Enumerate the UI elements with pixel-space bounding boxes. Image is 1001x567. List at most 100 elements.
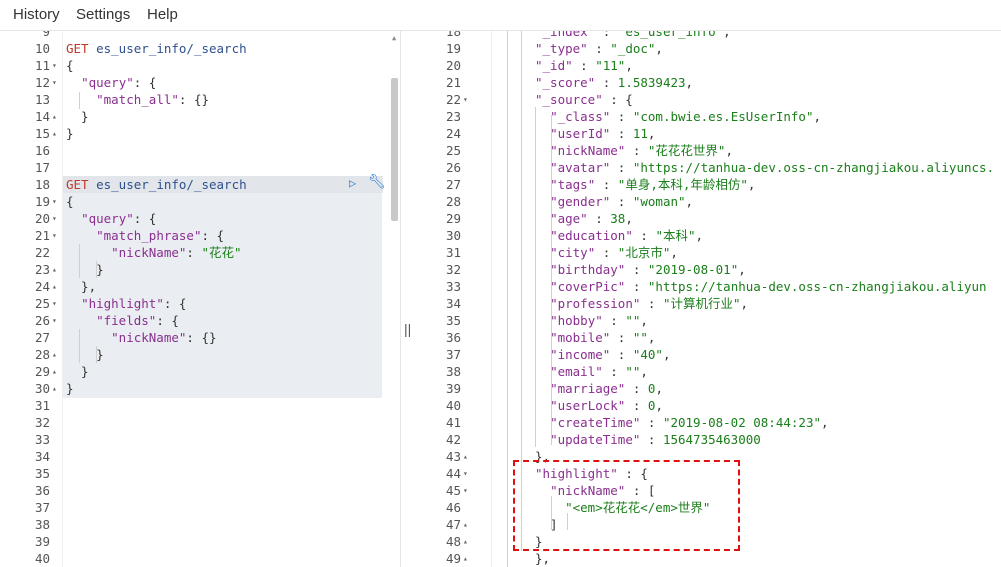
fold-open-icon[interactable]: ▾ — [463, 465, 468, 482]
code-line[interactable]: 38 — [0, 516, 400, 533]
wrench-icon[interactable]: 🔧︎ — [368, 174, 386, 190]
fold-open-icon[interactable]: ▾ — [52, 74, 57, 91]
code-line[interactable]: 26 ▾ "fields": { — [0, 312, 400, 329]
fold-open-icon[interactable]: ▾ — [52, 57, 57, 74]
code-line[interactable]: 32 — [0, 414, 400, 431]
line-number: 34 — [445, 296, 461, 311]
code-text: "highlight": { — [81, 296, 187, 311]
code-line[interactable]: 19 "_type" : "_doc", — [415, 40, 1001, 57]
line-number: 46 — [445, 500, 461, 515]
fold-close-icon[interactable]: ▴ — [52, 108, 57, 125]
menu-settings[interactable]: Settings — [76, 6, 130, 23]
code-line[interactable]: 18 GET es_user_info/_search — [0, 176, 400, 193]
fold-open-icon[interactable]: ▾ — [52, 193, 57, 210]
code-line[interactable]: 31 "city" : "北京市", — [415, 244, 1001, 261]
fold-open-icon[interactable]: ▾ — [52, 210, 57, 227]
code-line[interactable]: 38 "email" : "", — [415, 363, 1001, 380]
code-line[interactable]: 9 — [0, 31, 400, 40]
code-line[interactable]: 37 — [0, 499, 400, 516]
code-line[interactable]: 32 "birthday" : "2019-08-01", — [415, 261, 1001, 278]
code-line[interactable]: 19 ▾ { — [0, 193, 400, 210]
menu-history[interactable]: History — [13, 6, 60, 23]
code-line[interactable]: 23 "_class" : "com.bwie.es.EsUserInfo", — [415, 108, 1001, 125]
code-line[interactable]: 16 — [0, 142, 400, 159]
code-line[interactable]: 41 "createTime" : "2019-08-02 08:44:23", — [415, 414, 1001, 431]
request-scrollbar-thumb[interactable] — [391, 78, 398, 221]
code-text: "mobile" : "", — [550, 330, 656, 345]
code-line[interactable]: 36 — [0, 482, 400, 499]
code-line[interactable]: 18 "_index" : "es_user_info", — [415, 31, 1001, 40]
code-line[interactable]: 11 ▾ { — [0, 57, 400, 74]
code-line[interactable]: 25 "nickName" : "花花花世界", — [415, 142, 1001, 159]
fold-open-icon[interactable]: ▾ — [52, 295, 57, 312]
code-line[interactable]: 24 "userId" : 11, — [415, 125, 1001, 142]
code-line[interactable]: 20 ▾ "query": { — [0, 210, 400, 227]
code-line[interactable]: 29 "age" : 38, — [415, 210, 1001, 227]
code-line[interactable]: 30 ▴} — [0, 380, 400, 397]
splitter-handle-icon[interactable]: || — [404, 321, 411, 337]
code-line[interactable]: 37 "income" : "40", — [415, 346, 1001, 363]
fold-close-icon[interactable]: ▴ — [463, 516, 468, 533]
code-line[interactable]: 27 "tags" : "单身,本科,年龄相仿", — [415, 176, 1001, 193]
code-line[interactable]: 29 ▴ } — [0, 363, 400, 380]
play-icon[interactable]: ▷ — [349, 176, 356, 190]
line-number: 20 — [34, 211, 50, 226]
code-line[interactable]: 49 ▴}, — [415, 550, 1001, 567]
code-line[interactable]: 13 "match_all": {} — [0, 91, 400, 108]
code-line[interactable]: 28 "gender" : "woman", — [415, 193, 1001, 210]
code-text: "profession" : "计算机行业", — [550, 296, 749, 311]
code-line[interactable]: 30 "education" : "本科", — [415, 227, 1001, 244]
fold-close-icon[interactable]: ▴ — [463, 550, 468, 567]
fold-close-icon[interactable]: ▴ — [52, 380, 57, 397]
fold-close-icon[interactable]: ▴ — [52, 278, 57, 295]
code-line[interactable]: 22 "nickName": "花花" — [0, 244, 400, 261]
code-line[interactable]: 40 "userLock" : 0, — [415, 397, 1001, 414]
fold-open-icon[interactable]: ▾ — [463, 91, 468, 108]
fold-open-icon[interactable]: ▾ — [52, 312, 57, 329]
fold-open-icon[interactable]: ▾ — [52, 227, 57, 244]
pane-splitter[interactable]: || — [400, 31, 416, 567]
code-text: "userLock" : 0, — [550, 398, 663, 413]
code-line[interactable]: 34 "profession" : "计算机行业", — [415, 295, 1001, 312]
fold-open-icon[interactable]: ▾ — [463, 482, 468, 499]
fold-close-icon[interactable]: ▴ — [52, 125, 57, 142]
code-line[interactable]: 28 ▴ } — [0, 346, 400, 363]
code-line[interactable]: 20 "_id" : "11", — [415, 57, 1001, 74]
code-line[interactable]: 33 "coverPic" : "https://tanhua-dev.oss-… — [415, 278, 1001, 295]
code-line[interactable]: 36 "mobile" : "", — [415, 329, 1001, 346]
line-number: 42 — [445, 432, 461, 447]
code-line[interactable]: 31 — [0, 397, 400, 414]
code-line[interactable]: 10 GET es_user_info/_search — [0, 40, 400, 57]
code-line[interactable]: 39 — [0, 533, 400, 550]
code-line[interactable]: 27 "nickName": {} — [0, 329, 400, 346]
code-line[interactable]: 12 ▾ "query": { — [0, 74, 400, 91]
fold-close-icon[interactable]: ▴ — [52, 346, 57, 363]
code-line[interactable]: 34 — [0, 448, 400, 465]
code-line[interactable]: 23 ▴ } — [0, 261, 400, 278]
scroll-up-arrow-icon[interactable]: ▲ — [392, 34, 396, 42]
code-text: "match_phrase": { — [96, 228, 225, 243]
fold-close-icon[interactable]: ▴ — [52, 363, 57, 380]
code-line[interactable]: 26 "avatar" : "https://tanhua-dev.oss-cn… — [415, 159, 1001, 176]
request-editor[interactable]: 9 10 GET es_user_info/_search 11 ▾{12 ▾ "quer… — [0, 31, 400, 567]
fold-close-icon[interactable]: ▴ — [463, 533, 468, 550]
code-line[interactable]: 21 ▾ "match_phrase": { — [0, 227, 400, 244]
code-line[interactable]: 42 "updateTime" : 1564735463000 — [415, 431, 1001, 448]
fold-close-icon[interactable]: ▴ — [52, 261, 57, 278]
line-number: 28 — [445, 194, 461, 209]
code-line[interactable]: 35 — [0, 465, 400, 482]
fold-close-icon[interactable]: ▴ — [463, 448, 468, 465]
code-line[interactable]: 24 ▴ }, — [0, 278, 400, 295]
code-line[interactable]: 22 ▾ "_source" : { — [415, 91, 1001, 108]
code-line[interactable]: 15 ▴} — [0, 125, 400, 142]
code-line[interactable]: 17 — [0, 159, 400, 176]
code-line[interactable]: 39 "marriage" : 0, — [415, 380, 1001, 397]
code-line[interactable]: 40 — [0, 550, 400, 567]
code-line[interactable]: 21 "_score" : 1.5839423, — [415, 74, 1001, 91]
code-line[interactable]: 33 — [0, 431, 400, 448]
code-line[interactable]: 35 "hobby" : "", — [415, 312, 1001, 329]
code-line[interactable]: 25 ▾ "highlight": { — [0, 295, 400, 312]
code-line[interactable]: 14 ▴ } — [0, 108, 400, 125]
line-number: 18 — [34, 177, 50, 192]
menu-help[interactable]: Help — [147, 6, 178, 23]
